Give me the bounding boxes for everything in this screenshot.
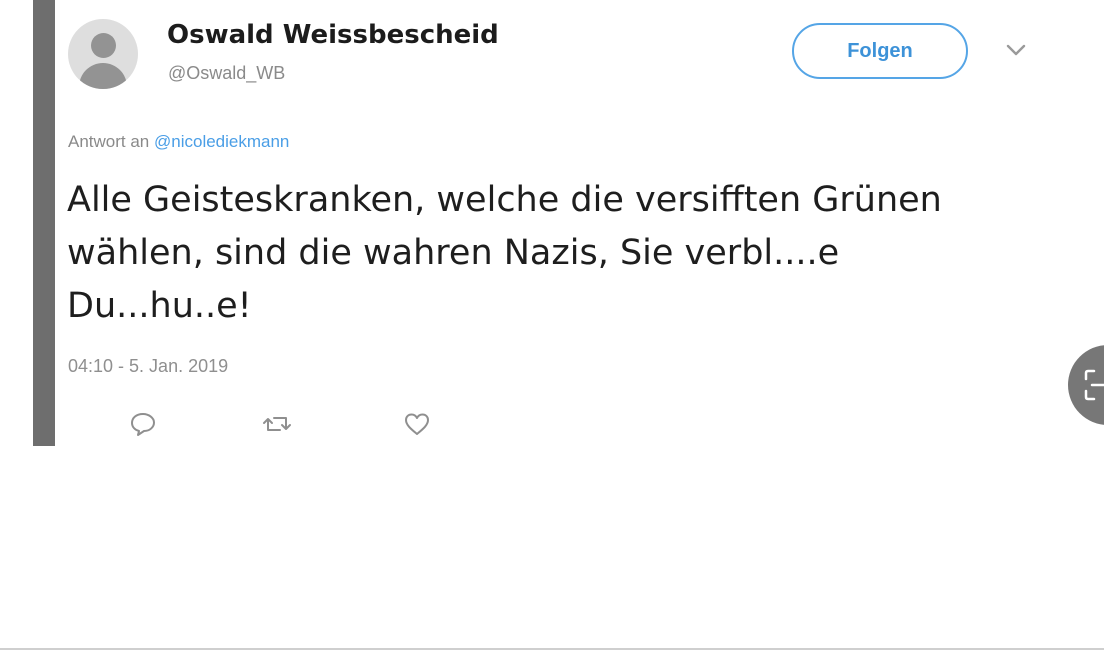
- reply-icon[interactable]: [128, 410, 158, 438]
- display-name[interactable]: Oswald Weissbescheid: [167, 20, 499, 50]
- follow-button[interactable]: Folgen: [792, 23, 968, 79]
- reply-mention-link[interactable]: @nicolediekmann: [154, 132, 289, 151]
- avatar-head-shape: [91, 33, 116, 58]
- retweet-icon[interactable]: [262, 410, 292, 438]
- left-border-bar: [33, 0, 55, 446]
- avatar[interactable]: [68, 19, 138, 89]
- tweet-timestamp[interactable]: 04:10 - 5. Jan. 2019: [68, 356, 228, 377]
- tweet-text: Alle Geisteskranken, welche die versifft…: [67, 180, 942, 326]
- scan-icon: [1084, 369, 1104, 401]
- reply-prefix: Antwort an: [68, 132, 150, 151]
- user-handle[interactable]: @Oswald_WB: [168, 63, 285, 84]
- avatar-body-shape: [79, 63, 127, 89]
- heart-icon[interactable]: [402, 410, 432, 438]
- reply-context: Antwort an @nicolediekmann: [68, 132, 289, 152]
- chevron-down-icon[interactable]: [1002, 40, 1030, 60]
